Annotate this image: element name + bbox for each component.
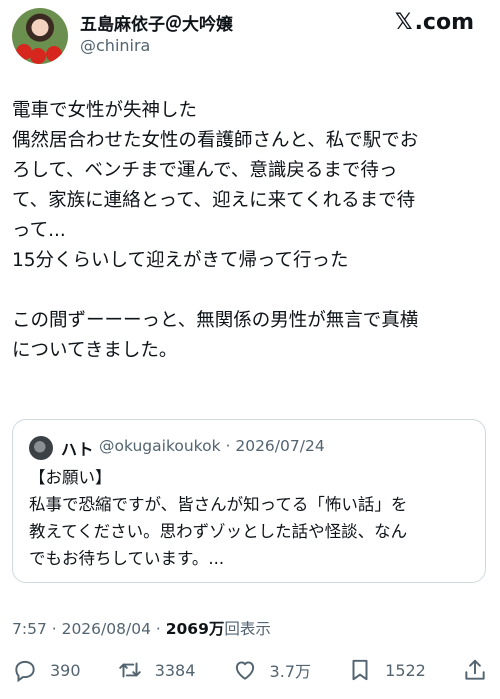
quoted-author-name: ハト [61,440,94,459]
reply-icon [15,660,35,683]
author-avatar[interactable] [12,8,68,64]
share-button[interactable] [462,657,488,683]
post-line: 電車で女性が失神した [12,100,198,121]
post-line: この間ずーーーっと、無関係の男性が無言で真横 [12,310,419,331]
quoted-line: でもお待ちしています。... [29,549,225,568]
share-icon [465,659,485,680]
post-line: て、家族に連絡とって、迎えに来てくれるまで待 [12,190,416,211]
view-count: 2069万 [165,620,225,638]
quoted-author-handle-date: @okugaikoukok · 2026/07/24 [99,437,325,455]
bookmark-count: 1522 [385,660,426,680]
post-text: 電車で女性が失神した 偶然居合わせた女性の看護師さんと、私で駅でお ろして、ベン… [12,96,488,366]
repost-icon [118,662,141,678]
bookmark-button[interactable]: 1522 [347,657,426,683]
repost-count: 3384 [154,660,196,680]
quoted-line: 私事で恐縮ですが、皆さんが知ってる「怖い話」を [29,495,408,514]
quoted-line: 【お願い】 [29,468,112,487]
post-line: についてきました。 [12,340,178,361]
post-line: 15分くらいして迎えがきて帰って行った [12,250,349,271]
post-line: って... [12,220,66,241]
heart-icon [235,661,254,680]
like-button[interactable]: 3.7万 [232,657,311,683]
view-count-label: 回表示 [224,620,271,638]
repost-button[interactable]: 3384 [117,657,196,683]
reply-count: 390 [50,660,81,680]
author-name[interactable]: 五島麻依子＠大吟嬢 [80,10,233,35]
post-meta: 7:57 · 2026/08/04 · 2069万回表示 [12,617,271,639]
quoted-author-avatar [29,436,53,460]
like-count: 3.7万 [269,662,311,681]
post-line: 偶然居合わせた女性の看護師さんと、私で駅でお [12,130,419,151]
x-logo-icon: 𝕏 [394,10,413,35]
quoted-post-card[interactable]: ハト @okugaikoukok · 2026/07/24 【お願い】 私事で恐… [12,419,486,583]
post-line: ろして、ベンチまで運んで、意識戻るまで待っ [12,160,398,181]
author-handle[interactable]: @chinira [80,36,150,55]
action-bar: 390 3384 3.7万 1522 [12,650,488,690]
quoted-line: 教えてください。思わずゾッとした話や怪談、なん [29,522,408,541]
bookmark-icon [352,659,368,681]
post-timestamp[interactable]: 7:57 · 2026/08/04 · [12,620,166,638]
quoted-post-text: 【お願い】 私事で恐縮ですが、皆さんが知ってる「怖い話」を 教えてください。思わ… [29,464,469,572]
brand-domain: .com [414,10,474,35]
x-brand-logo: 𝕏 .com [395,10,474,36]
reply-button[interactable]: 390 [12,657,81,683]
post-line-blank [12,276,488,306]
